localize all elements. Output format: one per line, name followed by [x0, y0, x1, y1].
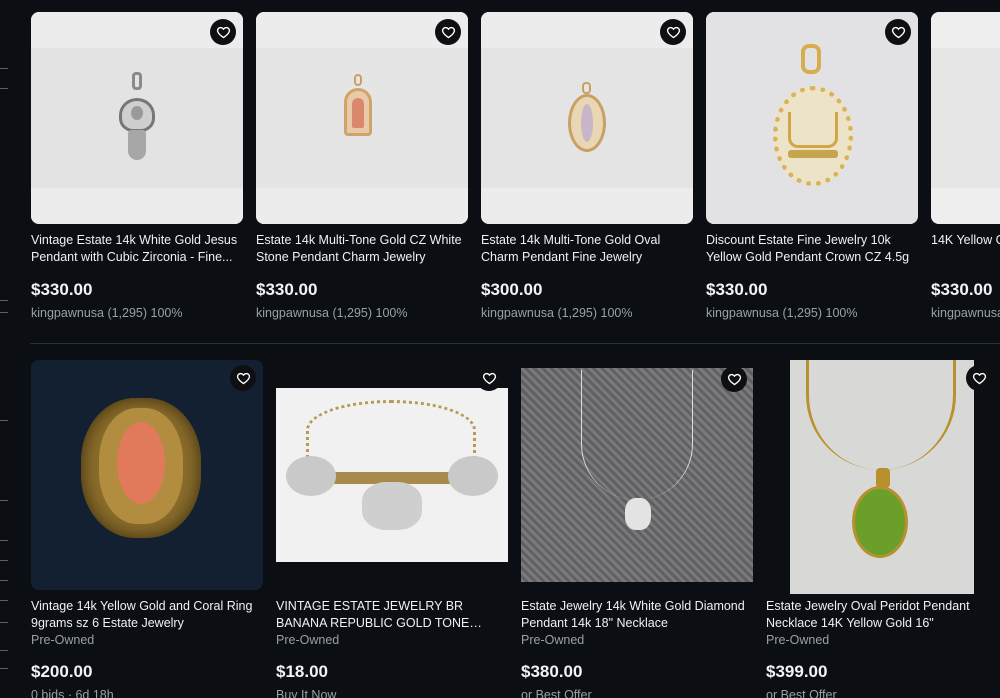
listing-image[interactable] [481, 12, 693, 224]
watch-heart-icon[interactable] [230, 365, 256, 391]
watch-heart-icon[interactable] [885, 19, 911, 45]
listing-price: $300.00 [481, 280, 543, 299]
listing-price: $330.00 [31, 280, 93, 299]
listing-card[interactable]: Estate 14k Multi-Tone Gold CZ White Ston… [256, 0, 468, 321]
seller-info: kingpawnusa [931, 306, 1000, 320]
listing-card[interactable]: Vintage 14k Yellow Gold and Coral Ring 9… [31, 348, 263, 698]
seller-info: kingpawnusa (1,295) 100% [706, 306, 858, 320]
item-condition: Pre-Owned [521, 633, 585, 647]
row-divider [30, 343, 1000, 344]
buy-format: Buy It Now [276, 688, 337, 698]
listing-title[interactable]: VINTAGE ESTATE JEWELRY BR BANANA REPUBLI… [276, 598, 508, 632]
listing-image[interactable] [276, 360, 508, 590]
listing-title[interactable]: 14K Yellow G Estate Fine J [931, 232, 1000, 266]
listing-price: $330.00 [931, 280, 993, 299]
listing-card[interactable]: Discount Estate Fine Jewelry 10k Yellow … [706, 0, 918, 321]
listing-image[interactable] [256, 12, 468, 224]
bid-info: 0 bids · 6d 18h [31, 688, 114, 698]
listing-image[interactable] [31, 360, 263, 590]
watch-heart-icon[interactable] [966, 365, 992, 391]
listing-title[interactable]: Vintage 14k Yellow Gold and Coral Ring 9… [31, 598, 263, 632]
listing-price: $200.00 [31, 662, 93, 681]
listing-card[interactable]: Estate 14k Multi-Tone Gold Oval Charm Pe… [481, 0, 693, 321]
listing-price: $380.00 [521, 662, 583, 681]
offer-info: or Best Offer [766, 688, 837, 698]
listing-card[interactable]: VINTAGE ESTATE JEWELRY BR BANANA REPUBLI… [276, 348, 508, 698]
listing-title[interactable]: Estate 14k Multi-Tone Gold CZ White Ston… [256, 232, 468, 266]
watch-heart-icon[interactable] [476, 365, 502, 391]
listing-card[interactable]: Estate Jewelry 14k White Gold Diamond Pe… [521, 348, 753, 698]
listing-image[interactable] [766, 360, 998, 594]
listing-card[interactable]: Vintage Estate 14k White Gold Jesus Pend… [31, 0, 243, 321]
listing-image[interactable] [931, 12, 1000, 224]
watch-heart-icon[interactable] [721, 366, 747, 392]
listing-price: $330.00 [706, 280, 768, 299]
seller-info: kingpawnusa (1,295) 100% [256, 306, 408, 320]
listing-card[interactable]: Estate Jewelry Oval Peridot Pendant Neck… [766, 348, 998, 698]
listing-title[interactable]: Discount Estate Fine Jewelry 10k Yellow … [706, 232, 918, 266]
listing-price: $18.00 [276, 662, 328, 681]
results-row-2: Vintage 14k Yellow Gold and Coral Ring 9… [0, 348, 1000, 698]
item-condition: Pre-Owned [766, 633, 830, 647]
listing-card-partial[interactable]: 14K Yellow G Estate Fine J $330.00 kingp… [931, 0, 1000, 321]
item-condition: Pre-Owned [276, 633, 340, 647]
listing-title[interactable]: Estate 14k Multi-Tone Gold Oval Charm Pe… [481, 232, 693, 266]
seller-info: kingpawnusa (1,295) 100% [31, 306, 183, 320]
listing-image[interactable] [31, 12, 243, 224]
watch-heart-icon[interactable] [210, 19, 236, 45]
listing-title[interactable]: Estate Jewelry Oval Peridot Pendant Neck… [766, 598, 998, 632]
seller-info: kingpawnusa (1,295) 100% [481, 306, 633, 320]
listing-image[interactable] [521, 360, 753, 590]
watch-heart-icon[interactable] [660, 19, 686, 45]
listing-title[interactable]: Vintage Estate 14k White Gold Jesus Pend… [31, 232, 243, 266]
results-row-1: Vintage Estate 14k White Gold Jesus Pend… [0, 0, 1000, 340]
listing-price: $330.00 [256, 280, 318, 299]
watch-heart-icon[interactable] [435, 19, 461, 45]
item-condition: Pre-Owned [31, 633, 95, 647]
listing-title[interactable]: Estate Jewelry 14k White Gold Diamond Pe… [521, 598, 753, 632]
listing-price: $399.00 [766, 662, 828, 681]
listing-image[interactable] [706, 12, 918, 224]
offer-info: or Best Offer [521, 688, 592, 698]
